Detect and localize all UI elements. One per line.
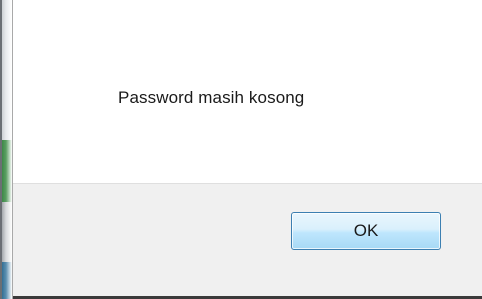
dialog-footer: OK	[13, 183, 482, 299]
dialog-body: Password masih kosong	[13, 0, 482, 183]
alert-message: Password masih kosong	[118, 88, 305, 107]
ok-button[interactable]: OK	[291, 212, 441, 250]
alert-dialog: Password masih kosong OK	[12, 0, 482, 299]
screen: Password masih kosong OK	[0, 0, 482, 299]
